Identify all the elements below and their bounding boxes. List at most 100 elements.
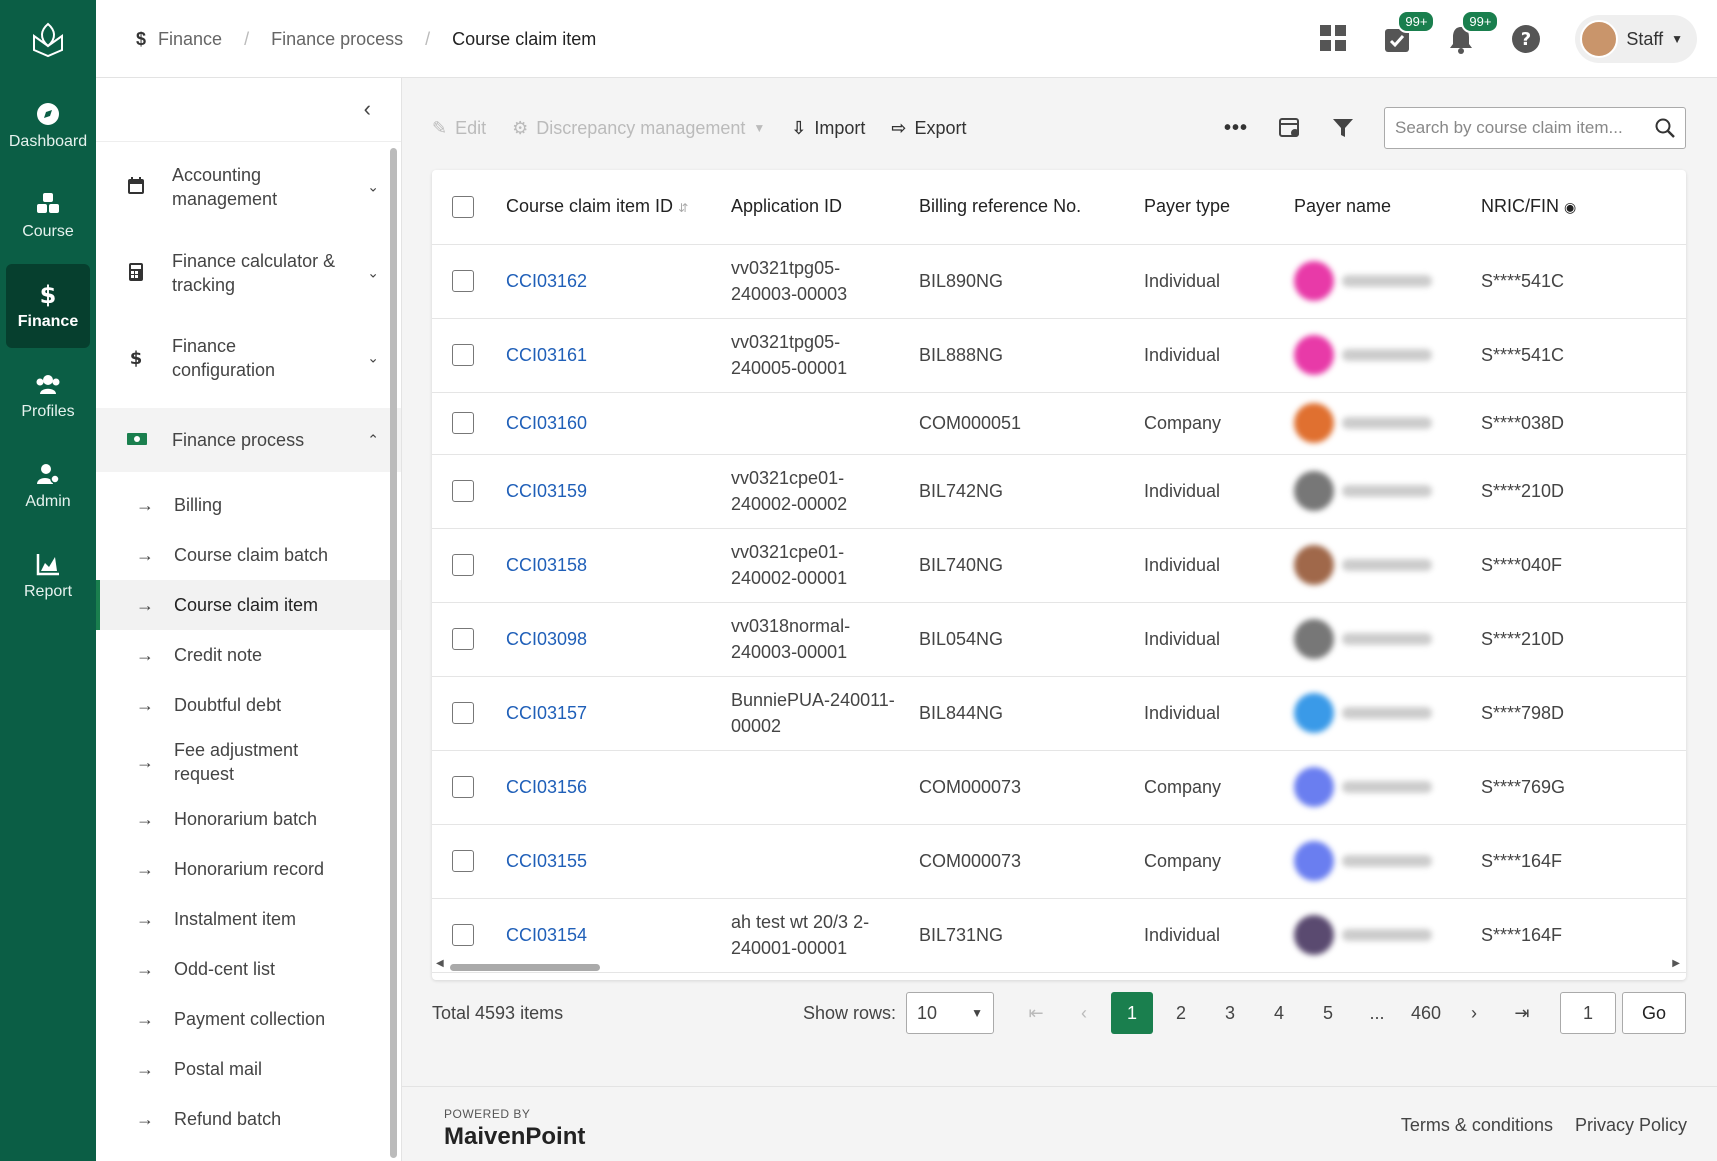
privacy-link[interactable]: Privacy Policy [1575,1115,1687,1136]
nav-group-accounting-management[interactable]: Accounting management ⌄ [96,142,401,232]
scroll-left-icon[interactable]: ◀ [436,958,444,969]
page-jump-input[interactable]: 1 [1560,992,1616,1034]
table-row[interactable]: CCI03157 BunniePUA-240011-00002 BIL844NG In… [432,676,1686,751]
page-button[interactable]: 5 [1307,992,1349,1034]
nav-sub-item[interactable]: → Fee adjustment request [96,730,401,794]
terms-link[interactable]: Terms & conditions [1401,1115,1553,1136]
rail-item-finance[interactable]: $ Finance [6,264,90,348]
claim-item-id-link[interactable]: CCI03162 [506,271,587,291]
notifications-button[interactable]: 99+ [1447,10,1500,54]
table-row[interactable]: CCI03162 vv0321tpg05-240003-00003 BIL890NG… [432,244,1686,319]
row-checkbox[interactable] [452,270,474,292]
claim-item-id-link[interactable]: CCI03154 [506,925,587,945]
row-checkbox[interactable] [452,850,474,872]
claim-item-id-link[interactable]: CCI03158 [506,555,587,575]
nav-group-finance-configuration[interactable]: $ Finance configuration ⌄ [96,314,401,402]
rail-item-course[interactable]: Course [6,174,90,258]
nav-sub-item[interactable]: → Billing [96,480,401,530]
rail-item-profiles[interactable]: Profiles [6,354,90,438]
breadcrumb-finance-process[interactable]: Finance process [271,29,403,50]
page-button[interactable]: 4 [1258,992,1300,1034]
select-all-checkbox[interactable] [452,195,474,218]
nav-sub-item[interactable]: → Course claim item [96,580,401,630]
table-row[interactable]: CCI03160 COM000051 Company S****038D [432,392,1686,455]
nav-sub-item[interactable]: → Honorarium record [96,844,401,894]
breadcrumb-finance[interactable]: Finance [158,29,222,50]
nav-sub-item[interactable]: → Instalment item [96,894,401,944]
row-checkbox[interactable] [452,344,474,366]
scrollbar-thumb[interactable] [450,964,600,971]
user-menu[interactable]: Staff ▼ [1575,15,1697,63]
last-page-button[interactable]: ⇥ [1501,992,1543,1034]
app-logo[interactable] [0,0,96,78]
go-button[interactable]: Go [1622,992,1686,1034]
table-row[interactable]: CCI03159 vv0321cpe01-240002-00002 BIL742NG… [432,454,1686,529]
apps-grid-button[interactable] [1319,24,1349,54]
row-select-cell [432,528,506,603]
row-checkbox[interactable] [452,776,474,798]
nav-sub-item[interactable]: → Course claim batch [96,530,401,580]
more-options-icon[interactable]: ••• [1224,117,1248,140]
payer-avatar [1294,545,1334,585]
scroll-right-icon[interactable]: ▶ [1672,958,1680,969]
page-button[interactable]: 460 [1405,992,1447,1034]
page-button[interactable]: 3 [1209,992,1251,1034]
nav-sub-item[interactable]: → Payment collection [96,994,401,1044]
discrepancy-management-dropdown[interactable]: ⚙ Discrepancy management ▼ [512,118,765,139]
table-row[interactable]: CCI03098 vv0318normal-240003-00001 BIL054N… [432,602,1686,677]
nav-sub-item[interactable]: → Credit note [96,630,401,680]
next-page-button[interactable]: › [1453,992,1495,1034]
claim-item-id-link[interactable]: CCI03161 [506,345,587,365]
nav-sub-label: Postal mail [174,1059,263,1079]
first-page-button[interactable]: ⇤ [1015,992,1057,1034]
application-id-cell: BunniePUA-240011-00002 [731,676,919,751]
nav-sub-item[interactable]: → Refund batch [96,1094,401,1144]
tasks-button[interactable]: 99+ [1383,10,1436,54]
row-checkbox[interactable] [452,702,474,724]
row-checkbox[interactable] [452,628,474,650]
row-checkbox[interactable] [452,554,474,576]
rail-item-admin[interactable]: Admin [6,444,90,528]
rail-item-dashboard[interactable]: Dashboard [6,84,90,168]
filter-icon[interactable] [1332,117,1354,139]
nav-sub-item[interactable]: → Honorarium batch [96,794,401,844]
row-checkbox[interactable] [452,412,474,434]
row-checkbox[interactable] [452,480,474,502]
sort-icon[interactable]: ⇵ [678,201,688,215]
nav-scrollbar[interactable] [390,148,397,1158]
column-settings-icon[interactable] [1278,116,1302,140]
claim-item-id-link[interactable]: CCI03160 [506,413,587,433]
export-button[interactable]: ⇨ Export [891,118,966,139]
collapse-nav-button[interactable]: ‹ [96,78,401,142]
help-button[interactable]: ? [1511,24,1541,54]
import-button[interactable]: ⇩ Import [791,118,865,139]
claim-item-id-link[interactable]: CCI03157 [506,703,587,723]
prev-page-button[interactable]: ‹ [1063,992,1105,1034]
page-button[interactable]: 1 [1111,992,1153,1034]
search-input[interactable]: Search by course claim item... [1384,107,1686,149]
nav-sub-item[interactable]: → Postal mail [96,1044,401,1094]
table-row[interactable]: CCI03158 vv0321cpe01-240002-00001 BIL740NG… [432,528,1686,603]
nav-group-finance-calculator-tracking[interactable]: Finance calculator & tracking ⌄ [96,232,401,314]
top-header: $ Finance / Finance process / Course cla… [96,0,1717,78]
rows-per-page-select[interactable]: 10 ▼ [906,992,994,1034]
claim-item-id-link[interactable]: CCI03098 [506,629,587,649]
rail-item-report[interactable]: Report [6,534,90,618]
column-header[interactable]: Course claim item ID ⇵ [506,170,731,245]
claim-item-id-link[interactable]: CCI03159 [506,481,587,501]
nav-sub-item[interactable]: → Doubtful debt [96,680,401,730]
table-row[interactable]: CCI03155 COM000073 Company S****164F [432,824,1686,899]
eye-icon[interactable]: ◉ [1564,199,1576,215]
page-button[interactable]: 2 [1160,992,1202,1034]
nav-sub-item[interactable]: → Odd-cent list [96,944,401,994]
claim-item-id-link[interactable]: CCI03156 [506,777,587,797]
row-select-cell [432,750,506,825]
row-checkbox[interactable] [452,924,474,946]
claim-item-id-link[interactable]: CCI03155 [506,851,587,871]
table-row[interactable]: CCI03156 COM000073 Company S****769G [432,750,1686,825]
nav-group-finance-process[interactable]: Finance process ⌃ [96,408,401,472]
edit-button[interactable]: ✎ Edit [432,118,486,139]
table-row[interactable]: CCI03161 vv0321tpg05-240005-00001 BIL888NG… [432,318,1686,393]
horizontal-scrollbar[interactable]: ◀ ▶ [436,958,1680,972]
table-row[interactable]: CCI03154 ah test wt 20/3 2-240001-00001 BI… [432,898,1686,973]
